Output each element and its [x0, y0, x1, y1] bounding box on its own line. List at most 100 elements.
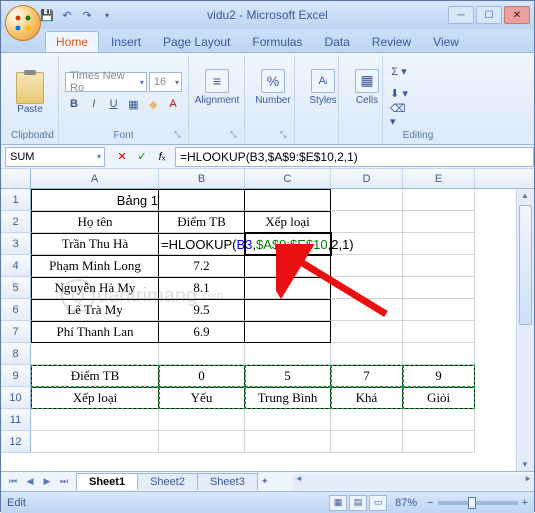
row-header[interactable]: 2: [1, 211, 31, 233]
save-icon[interactable]: 💾: [39, 7, 55, 23]
zoom-in-button[interactable]: +: [522, 497, 528, 509]
sheet-nav-first[interactable]: ⏮: [5, 474, 21, 490]
row-header[interactable]: 6: [1, 299, 31, 321]
cell[interactable]: [403, 255, 475, 277]
select-all-button[interactable]: [1, 169, 31, 188]
cell[interactable]: [403, 321, 475, 343]
cell[interactable]: Họ tên: [31, 211, 159, 233]
tab-data[interactable]: Data: [314, 32, 359, 52]
font-name-combo[interactable]: Times New Ro: [65, 72, 147, 92]
autosum-button[interactable]: Σ ▾: [389, 61, 409, 81]
alignment-launcher-icon[interactable]: ⤡: [230, 130, 242, 142]
bold-button[interactable]: B: [65, 94, 83, 114]
row-header[interactable]: 12: [1, 431, 31, 453]
tab-home[interactable]: Home: [45, 31, 99, 52]
border-button[interactable]: ▦: [124, 94, 142, 114]
cell[interactable]: Xếp loại: [31, 387, 159, 409]
sheet-tab[interactable]: Sheet1: [76, 473, 138, 490]
col-header-D[interactable]: D: [331, 169, 403, 188]
cell[interactable]: [331, 409, 403, 431]
cell[interactable]: [245, 255, 331, 277]
cell[interactable]: 7: [331, 365, 403, 387]
tab-view[interactable]: View: [423, 32, 469, 52]
cell[interactable]: [31, 431, 159, 453]
font-launcher-icon[interactable]: ⤡: [174, 130, 186, 142]
alignment-button[interactable]: ≡ Alignment: [195, 57, 239, 117]
cell[interactable]: [245, 343, 331, 365]
cell[interactable]: 5: [245, 365, 331, 387]
cell[interactable]: Bảng 1: [31, 189, 159, 211]
zoom-level[interactable]: 87%: [395, 497, 417, 509]
tab-page-layout[interactable]: Page Layout: [153, 32, 240, 52]
cell[interactable]: =HLOOKUP(B3,$A$9:$E$10,2,1): [159, 233, 245, 255]
cell[interactable]: 9.5: [159, 299, 245, 321]
row-header[interactable]: 10: [1, 387, 31, 409]
close-button[interactable]: ✕: [504, 6, 530, 24]
cell[interactable]: Xếp loại: [245, 211, 331, 233]
tab-review[interactable]: Review: [362, 32, 421, 52]
number-button[interactable]: % Number: [251, 57, 295, 117]
enter-formula-button[interactable]: ✓: [133, 148, 151, 166]
cell[interactable]: 8.1: [159, 277, 245, 299]
cell[interactable]: [31, 343, 159, 365]
cell[interactable]: [245, 189, 331, 211]
spreadsheet-grid[interactable]: Quantrimang.com A B C D E 1 Bảng 1 2 Họ …: [1, 169, 534, 471]
cell[interactable]: [403, 233, 475, 255]
cell[interactable]: [403, 277, 475, 299]
sheet-nav-prev[interactable]: ◀: [22, 474, 38, 490]
cancel-formula-button[interactable]: ✕: [113, 148, 131, 166]
cell[interactable]: [331, 255, 403, 277]
cell[interactable]: [159, 409, 245, 431]
sheet-nav-last[interactable]: ⏭: [56, 474, 72, 490]
page-break-view-button[interactable]: ▭: [369, 495, 387, 511]
cell[interactable]: [331, 211, 403, 233]
cell[interactable]: Phí Thanh Lan: [31, 321, 159, 343]
number-launcher-icon[interactable]: ⤡: [280, 130, 292, 142]
cell[interactable]: Yếu: [159, 387, 245, 409]
cell[interactable]: [245, 321, 331, 343]
cell[interactable]: [245, 409, 331, 431]
new-sheet-button[interactable]: ✦: [257, 474, 273, 490]
clear-button[interactable]: ⌫ ▾: [389, 105, 409, 125]
cell[interactable]: 6.9: [159, 321, 245, 343]
cell[interactable]: [245, 431, 331, 453]
zoom-slider[interactable]: [438, 501, 518, 505]
cell[interactable]: 9: [403, 365, 475, 387]
cell[interactable]: Lê Trà My: [31, 299, 159, 321]
qat-dropdown-icon[interactable]: ▾: [99, 7, 115, 23]
cell[interactable]: [245, 277, 331, 299]
cell[interactable]: Giỏi: [403, 387, 475, 409]
cell[interactable]: [331, 277, 403, 299]
tab-formulas[interactable]: Formulas: [242, 32, 312, 52]
col-header-C[interactable]: C: [245, 169, 331, 188]
cell[interactable]: Phạm Minh Long: [31, 255, 159, 277]
cell[interactable]: [403, 299, 475, 321]
cell[interactable]: 0: [159, 365, 245, 387]
sheet-nav-next[interactable]: ▶: [39, 474, 55, 490]
cell[interactable]: [159, 189, 245, 211]
row-header[interactable]: 1: [1, 189, 31, 211]
italic-button[interactable]: I: [85, 94, 103, 114]
row-header[interactable]: 5: [1, 277, 31, 299]
redo-icon[interactable]: ↷: [79, 7, 95, 23]
cell[interactable]: [403, 211, 475, 233]
cell[interactable]: [31, 409, 159, 431]
font-color-button[interactable]: A: [164, 94, 182, 114]
zoom-out-button[interactable]: −: [427, 497, 433, 509]
cell[interactable]: [403, 189, 475, 211]
fill-button[interactable]: ⬇ ▾: [389, 83, 409, 103]
fx-button[interactable]: fₓ: [153, 148, 171, 166]
cell[interactable]: [331, 343, 403, 365]
vertical-scrollbar[interactable]: [516, 189, 534, 471]
paste-button[interactable]: Paste: [11, 63, 49, 123]
cell[interactable]: Nguyễn Hà My: [31, 277, 159, 299]
cell[interactable]: Trung Bình: [245, 387, 331, 409]
font-size-combo[interactable]: 16: [149, 72, 182, 92]
cell[interactable]: [245, 233, 331, 255]
cell[interactable]: Điểm TB: [31, 365, 159, 387]
row-header[interactable]: 4: [1, 255, 31, 277]
row-header[interactable]: 9: [1, 365, 31, 387]
row-header[interactable]: 3: [1, 233, 31, 255]
clipboard-launcher-icon[interactable]: ⤡: [44, 130, 56, 142]
cell[interactable]: [331, 189, 403, 211]
